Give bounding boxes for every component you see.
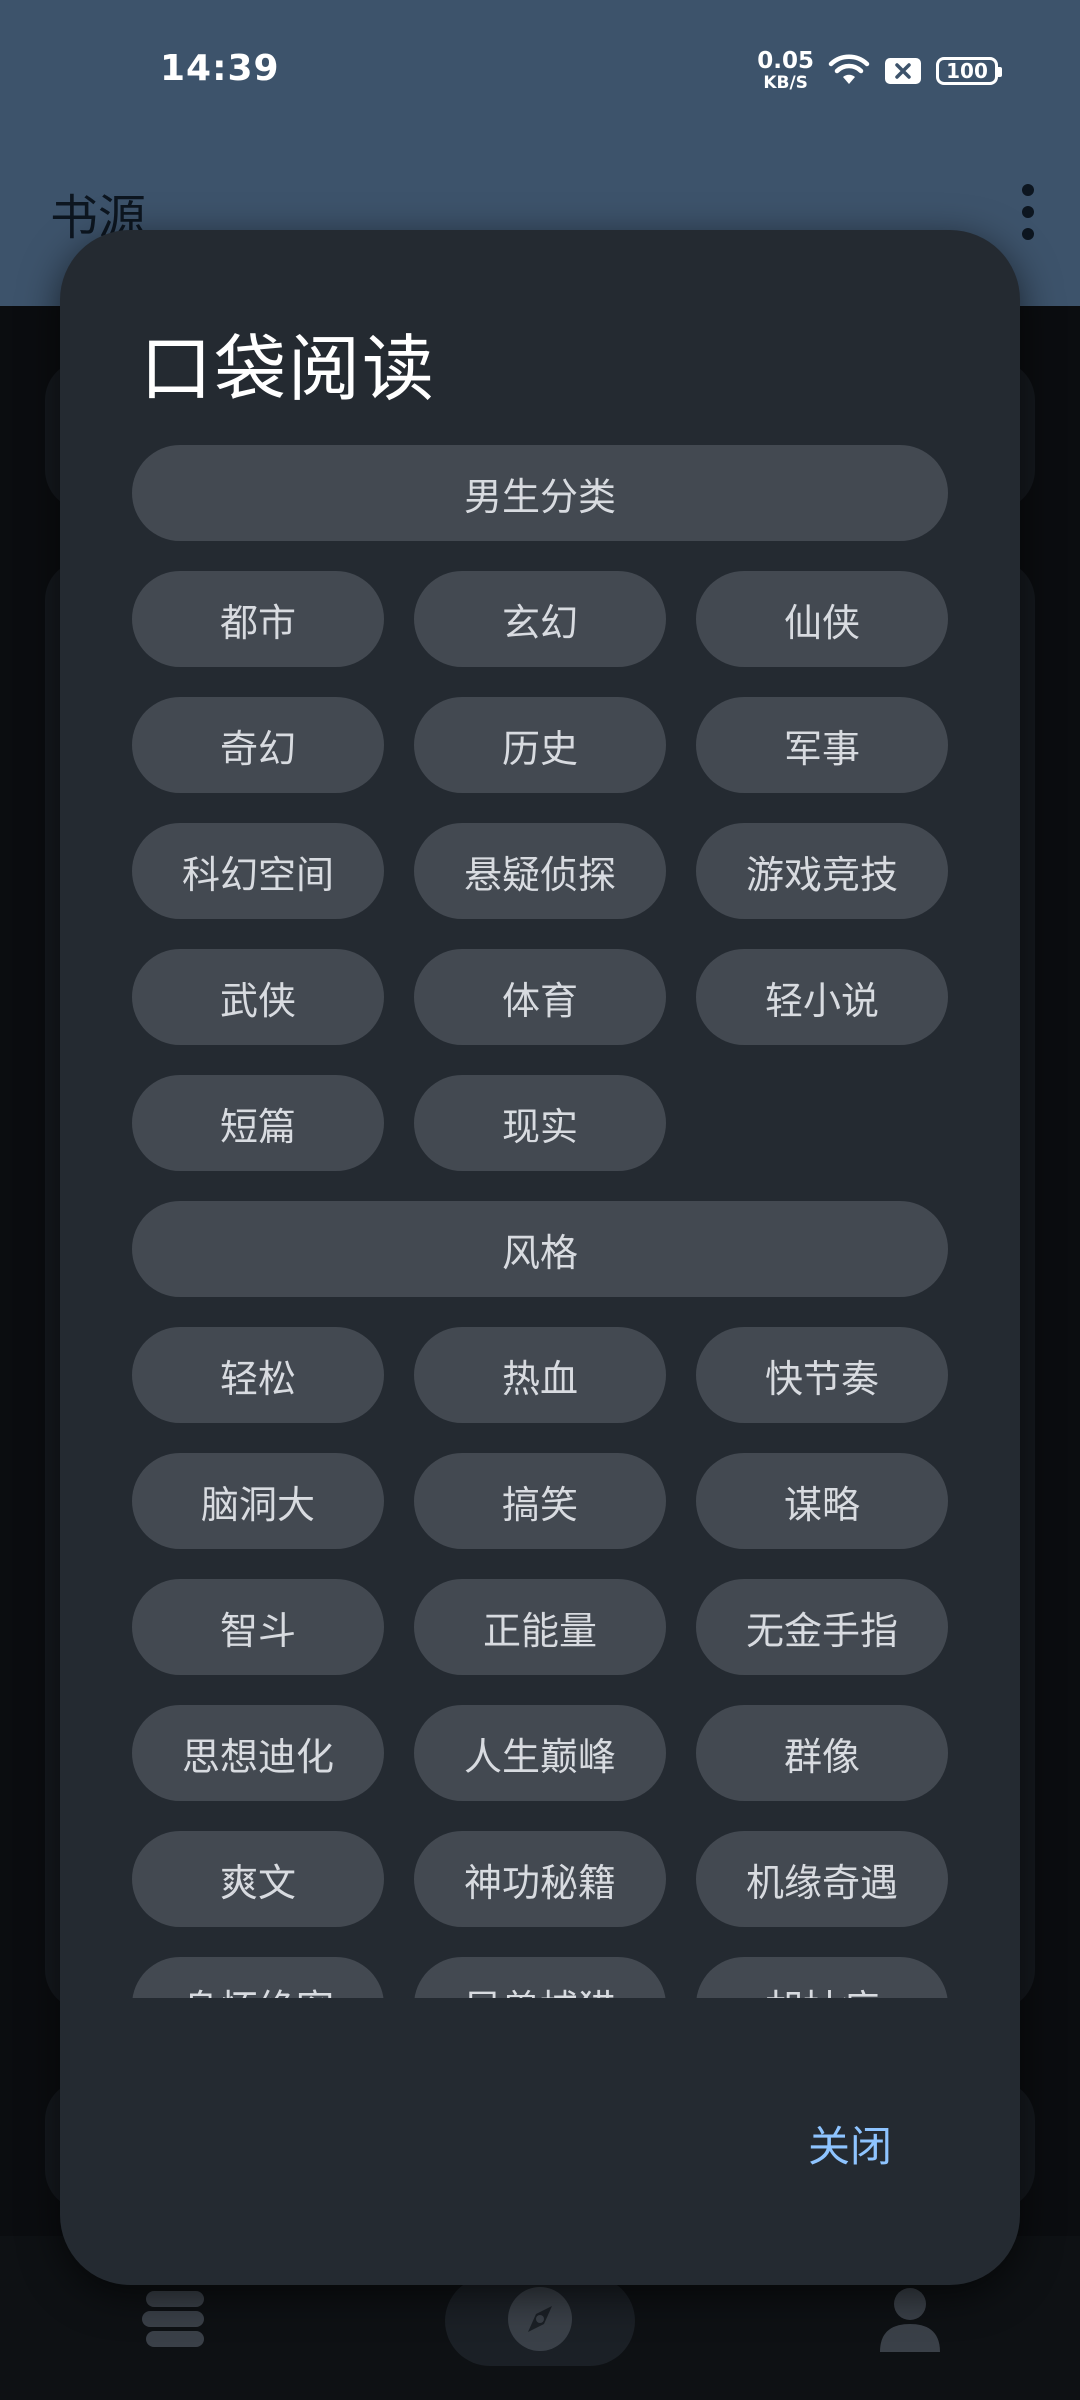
category-chip[interactable]: 轻小说: [696, 949, 948, 1045]
person-icon: [878, 2286, 942, 2356]
screen: 14:39 0.05 KB/S 100 书源 口袋阅读 男生分类 都市 玄幻 仙…: [0, 0, 1080, 2400]
more-vertical-icon[interactable]: [1016, 184, 1040, 240]
category-chip[interactable]: 神功秘籍: [414, 1831, 666, 1927]
category-list[interactable]: 男生分类 都市 玄幻 仙侠 奇幻 历史 军事 科幻空间 悬疑侦探 游戏竞技 武侠…: [132, 445, 948, 2227]
category-chip[interactable]: 短篇: [132, 1075, 384, 1171]
status-time: 14:39: [160, 48, 280, 89]
category-chip[interactable]: 游戏竞技: [696, 823, 948, 919]
category-dialog: 口袋阅读 男生分类 都市 玄幻 仙侠 奇幻 历史 军事 科幻空间 悬疑侦探 游戏…: [60, 230, 1020, 2285]
category-chip[interactable]: 谋略: [696, 1453, 948, 1549]
section-heading-style[interactable]: 风格: [132, 1201, 948, 1297]
category-chip[interactable]: 智斗: [132, 1579, 384, 1675]
battery-indicator: 100: [936, 57, 1002, 85]
category-chip[interactable]: 无金手指: [696, 1579, 948, 1675]
nav-profile[interactable]: [865, 2276, 955, 2366]
category-chip[interactable]: 搞笑: [414, 1453, 666, 1549]
compass-icon: [507, 2286, 573, 2356]
category-chip[interactable]: 历史: [414, 697, 666, 793]
category-chip[interactable]: 玄幻: [414, 571, 666, 667]
category-chip[interactable]: 悬疑侦探: [414, 823, 666, 919]
category-chip[interactable]: 奇幻: [132, 697, 384, 793]
category-chip[interactable]: 正能量: [414, 1579, 666, 1675]
chip-grid-male: 都市 玄幻 仙侠 奇幻 历史 军事 科幻空间 悬疑侦探 游戏竞技 武侠 体育 轻…: [132, 571, 948, 1171]
category-chip[interactable]: 武侠: [132, 949, 384, 1045]
category-chip[interactable]: 思想迪化: [132, 1705, 384, 1801]
category-chip[interactable]: 轻松: [132, 1327, 384, 1423]
nav-explore[interactable]: [445, 2276, 635, 2366]
category-chip[interactable]: 科幻空间: [132, 823, 384, 919]
network-speed-unit: KB/S: [763, 73, 808, 93]
category-chip[interactable]: 人生巅峰: [414, 1705, 666, 1801]
category-chip[interactable]: 机缘奇遇: [696, 1831, 948, 1927]
status-icons: 0.05 KB/S 100: [757, 50, 1002, 92]
close-button[interactable]: 关闭: [798, 2103, 902, 2184]
bookshelf-icon: [140, 2287, 210, 2355]
category-chip[interactable]: 快节奏: [696, 1327, 948, 1423]
category-chip[interactable]: 爽文: [132, 1831, 384, 1927]
category-chip[interactable]: 仙侠: [696, 571, 948, 667]
network-speed: 0.05 KB/S: [757, 50, 814, 92]
category-chip[interactable]: 脑洞大: [132, 1453, 384, 1549]
category-list-content: 男生分类 都市 玄幻 仙侠 奇幻 历史 军事 科幻空间 悬疑侦探 游戏竞技 武侠…: [132, 445, 948, 2083]
category-chip[interactable]: 现实: [414, 1075, 666, 1171]
network-speed-value: 0.05: [757, 48, 814, 74]
category-chip[interactable]: 体育: [414, 949, 666, 1045]
wifi-icon: [828, 54, 870, 88]
category-chip[interactable]: 热血: [414, 1327, 666, 1423]
no-sim-icon: [884, 56, 922, 86]
category-chip[interactable]: 群像: [696, 1705, 948, 1801]
category-chip[interactable]: 军事: [696, 697, 948, 793]
category-chip[interactable]: 都市: [132, 571, 384, 667]
dialog-title: 口袋阅读: [140, 327, 437, 411]
nav-bookshelf[interactable]: [130, 2276, 220, 2366]
section-heading-male[interactable]: 男生分类: [132, 445, 948, 541]
chip-grid-style: 轻松 热血 快节奏 脑洞大 搞笑 谋略 智斗 正能量 无金手指 思想迪化 人生巅…: [132, 1327, 948, 2053]
